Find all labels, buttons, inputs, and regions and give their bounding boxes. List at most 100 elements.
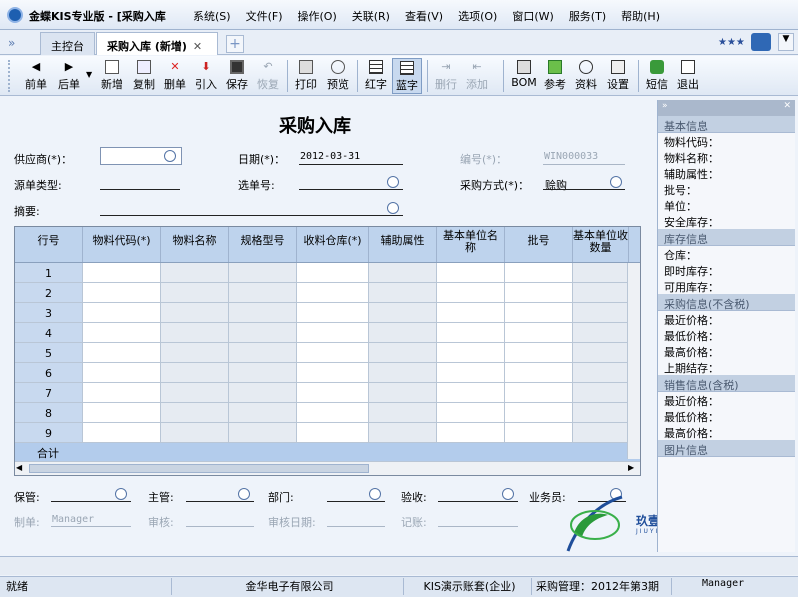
- keeper-lookup-icon[interactable]: [115, 488, 127, 500]
- scroll-left-icon[interactable]: ◀: [16, 463, 26, 474]
- grid-cell[interactable]: [505, 383, 573, 402]
- grid-cell[interactable]: [369, 323, 437, 342]
- close-icon[interactable]: ✕: [193, 40, 202, 53]
- grid-cell[interactable]: [369, 343, 437, 362]
- sales-info-header[interactable]: 销售信息(含税): [658, 375, 795, 392]
- grid-cell[interactable]: [229, 283, 297, 302]
- grid-cell[interactable]: [437, 263, 505, 282]
- grid-cell[interactable]: [161, 323, 229, 342]
- scroll-right-icon[interactable]: ▶: [628, 463, 638, 474]
- menu-view[interactable]: 查看(V): [405, 8, 443, 24]
- grid-cell[interactable]: [297, 423, 369, 442]
- grid-cell[interactable]: [83, 403, 161, 422]
- grid-cell[interactable]: [297, 303, 369, 322]
- grid-cell[interactable]: [297, 263, 369, 282]
- column-header[interactable]: 收料仓库(*): [297, 227, 369, 262]
- column-header[interactable]: 规格型号: [229, 227, 297, 262]
- grid-cell[interactable]: [161, 383, 229, 402]
- grid-cell[interactable]: [229, 403, 297, 422]
- supplier-lookup-icon[interactable]: [164, 150, 176, 162]
- column-header[interactable]: 行号: [15, 227, 83, 262]
- grid-cell[interactable]: [161, 403, 229, 422]
- grid-cell[interactable]: [161, 283, 229, 302]
- grid-cell[interactable]: [297, 343, 369, 362]
- grid-cell[interactable]: [229, 263, 297, 282]
- grid-cell[interactable]: [83, 303, 161, 322]
- grid-cell[interactable]: [505, 283, 573, 302]
- grid-cell[interactable]: [161, 343, 229, 362]
- source-type-input[interactable]: [100, 189, 180, 190]
- next-button[interactable]: ▶ 后单: [55, 58, 83, 94]
- purchase-method-field[interactable]: 赊购: [545, 177, 567, 193]
- purchase-info-header[interactable]: 采购信息(不含税): [658, 294, 795, 311]
- grid-cell[interactable]: [437, 323, 505, 342]
- scroll-thumb[interactable]: [29, 464, 369, 473]
- grid-cell[interactable]: [573, 343, 629, 362]
- grid-cell[interactable]: [83, 423, 161, 442]
- grid-cell[interactable]: [573, 283, 629, 302]
- bom-button[interactable]: BOM: [510, 58, 538, 94]
- grid-cell[interactable]: [83, 343, 161, 362]
- grid-cell[interactable]: [229, 363, 297, 382]
- save-button[interactable]: 保存: [223, 58, 251, 94]
- print-button[interactable]: 打印: [292, 58, 320, 94]
- column-header[interactable]: 批号: [505, 227, 573, 262]
- grid-cell[interactable]: [161, 363, 229, 382]
- side-panel-collapse-icon[interactable]: »: [662, 101, 668, 111]
- grid-cell[interactable]: [297, 283, 369, 302]
- column-header[interactable]: 物料代码(*): [83, 227, 161, 262]
- blue-button[interactable]: 蓝字: [392, 58, 422, 94]
- menu-window[interactable]: 窗口(W): [512, 8, 553, 24]
- tab-main-console[interactable]: 主控台: [40, 32, 95, 55]
- grid-cell[interactable]: [437, 343, 505, 362]
- check-input[interactable]: [438, 501, 518, 502]
- grid-cell[interactable]: [505, 403, 573, 422]
- menu-file[interactable]: 文件(F): [246, 8, 283, 24]
- grid-cell[interactable]: [83, 323, 161, 342]
- tab-scroll-icon[interactable]: »: [8, 36, 22, 50]
- side-panel-close-icon[interactable]: ✕: [783, 101, 791, 111]
- red-button[interactable]: 红字: [362, 58, 390, 94]
- summary-input[interactable]: [100, 215, 403, 216]
- grid-cell[interactable]: [83, 363, 161, 382]
- grid-cell[interactable]: [297, 363, 369, 382]
- prev-button[interactable]: ◀ 前单: [22, 58, 50, 94]
- grid-cell[interactable]: [437, 303, 505, 322]
- grid-cell[interactable]: [369, 263, 437, 282]
- grid-cell[interactable]: [437, 383, 505, 402]
- grid-cell[interactable]: [505, 363, 573, 382]
- purchase-method-lookup-icon[interactable]: [610, 176, 622, 188]
- sms-button[interactable]: 短信: [643, 58, 671, 94]
- menu-system[interactable]: 系统(S): [193, 8, 231, 24]
- next-dropdown-icon[interactable]: ▼: [86, 70, 92, 79]
- settings-button[interactable]: 设置: [604, 58, 632, 94]
- delete-button[interactable]: ✕ 删单: [161, 58, 189, 94]
- grid-cell[interactable]: [505, 263, 573, 282]
- menu-relation[interactable]: 关联(R): [352, 8, 390, 24]
- menu-operation[interactable]: 操作(O): [298, 8, 337, 24]
- grid-cell[interactable]: [161, 423, 229, 442]
- restore-button[interactable]: ↶ 恢复: [254, 58, 282, 94]
- stock-info-header[interactable]: 库存信息: [658, 229, 795, 246]
- preview-button[interactable]: 预览: [324, 58, 352, 94]
- summary-lookup-icon[interactable]: [387, 202, 399, 214]
- grid-cell[interactable]: [229, 343, 297, 362]
- grid-cell[interactable]: [573, 323, 629, 342]
- column-header[interactable]: 物料名称: [161, 227, 229, 262]
- grid-cell[interactable]: [505, 323, 573, 342]
- grid-cell[interactable]: [161, 303, 229, 322]
- grid-cell[interactable]: [229, 423, 297, 442]
- exit-button[interactable]: 退出: [674, 58, 702, 94]
- grid-cell[interactable]: [573, 363, 629, 382]
- grid-horizontal-scrollbar[interactable]: ◀ ▶: [15, 461, 640, 475]
- grid-cell[interactable]: [83, 383, 161, 402]
- image-info-header[interactable]: 图片信息: [658, 440, 795, 457]
- grid-cell[interactable]: [161, 263, 229, 282]
- grid-cell[interactable]: [573, 263, 629, 282]
- grid-cell[interactable]: [437, 283, 505, 302]
- select-no-input[interactable]: [299, 189, 403, 190]
- dept-input[interactable]: [327, 501, 385, 502]
- grid-cell[interactable]: [369, 283, 437, 302]
- date-field[interactable]: 2012-03-31: [300, 151, 360, 162]
- grid-cell[interactable]: [229, 303, 297, 322]
